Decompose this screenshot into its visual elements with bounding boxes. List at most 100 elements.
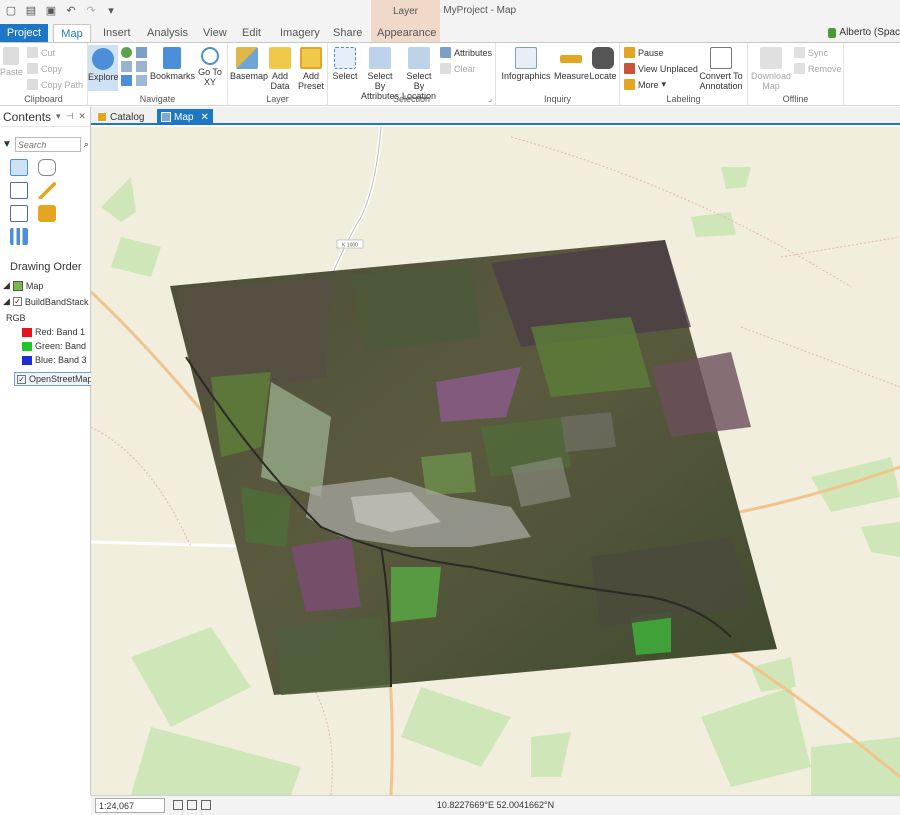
tab-catalog[interactable]: Catalog	[93, 109, 148, 125]
inquiry-group-label: Inquiry	[543, 94, 571, 104]
map-icon	[12, 280, 23, 291]
layer-visibility-checkbox[interactable]: ✓	[12, 297, 22, 306]
remove-button[interactable]: Remove	[794, 63, 842, 74]
map-node-label: Map	[25, 280, 44, 291]
basemap-button[interactable]: Basemap	[230, 47, 268, 81]
add-data-button[interactable]: Add Data	[266, 47, 294, 91]
inquiry-group: Infographics Measure Locate Inquiry	[496, 43, 620, 106]
add-preset-button[interactable]: Add Preset	[296, 47, 326, 91]
copy-path-label: Copy Path	[41, 79, 84, 90]
paste-button[interactable]: Paste	[0, 47, 23, 77]
pause-label: Pause	[638, 47, 664, 58]
tab-map-view[interactable]: Map ✕	[157, 109, 213, 125]
user-account[interactable]: Alberto (Spac	[828, 27, 900, 38]
basemap-visibility-checkbox[interactable]: ✓	[17, 374, 26, 384]
contents-search-input[interactable]	[14, 137, 81, 152]
tab-appearance[interactable]: Appearance	[371, 24, 440, 42]
coordinate-readout: 10.8227669°E 52.0041662°N	[436, 800, 555, 810]
full-extent-icon[interactable]	[121, 47, 132, 58]
sync-label: Sync	[808, 47, 829, 58]
tab-analysis[interactable]: Analysis	[141, 24, 194, 42]
remove-icon	[794, 63, 805, 74]
tab-edit[interactable]: Edit	[236, 24, 267, 42]
clear-label: Clear	[454, 63, 476, 74]
red-swatch[interactable]	[22, 327, 32, 337]
more-labeling-button[interactable]: More ▾	[624, 79, 666, 90]
convert-to-annotation-button[interactable]: Convert To Annotation	[698, 47, 744, 91]
tree-layer-node[interactable]: ◢ ✓ BuildBandStack	[3, 296, 88, 307]
band-label-blue: Blue: Band 3	[35, 355, 87, 365]
tab-imagery[interactable]: Imagery	[274, 24, 326, 42]
blue-swatch[interactable]	[22, 355, 32, 365]
catalog-tab-label: Catalog	[110, 111, 145, 123]
ribbon: Paste Cut Copy Copy Path Clipboard Explo…	[0, 42, 900, 106]
cut-button[interactable]: Cut	[27, 47, 55, 58]
labeling-group-label: Labeling	[666, 94, 701, 104]
band-legend-blue: Blue: Band 3	[22, 355, 87, 365]
locate-label: Locate	[589, 71, 617, 81]
infographics-button[interactable]: Infographics	[498, 47, 554, 81]
cut-icon	[27, 47, 38, 58]
title-bar: ▢ ▤ ▣ ↶ ↷ ▾ ArcGIS Pro - MyProject - Map	[0, 0, 900, 24]
tab-insert[interactable]: Insert	[97, 24, 137, 42]
download-map-label: Download Map	[750, 71, 792, 91]
catalog-icon	[97, 112, 107, 122]
filter-icon[interactable]: ▼	[2, 139, 12, 150]
list-by-drawing-order-icon[interactable]	[10, 159, 28, 176]
map-tab-label: Map	[174, 111, 194, 123]
list-by-charts-icon[interactable]	[10, 228, 28, 245]
chevron-down-icon: ▾	[661, 79, 667, 89]
map-view[interactable]: K 1000	[91, 127, 900, 795]
contents-title: Contents	[3, 109, 52, 124]
go-to-xy-button[interactable]: Go To XY	[194, 47, 226, 87]
offline-group-label: Offline	[782, 94, 809, 104]
select-by-location-button[interactable]: Select By Location	[400, 47, 438, 101]
tab-map[interactable]: Map	[53, 24, 91, 42]
list-by-editing-icon[interactable]	[38, 182, 56, 199]
close-icon[interactable]: ✕	[78, 111, 86, 122]
list-by-snapping-icon[interactable]	[10, 205, 28, 222]
green-swatch[interactable]	[22, 341, 32, 351]
close-tab-icon[interactable]: ✕	[200, 112, 208, 123]
view-tabs: Catalog Map ✕	[91, 107, 900, 125]
tab-share[interactable]: Share	[327, 24, 368, 42]
explore-button[interactable]: Explore	[88, 45, 119, 91]
raster-layer-buildbandstack[interactable]	[170, 240, 777, 695]
selection-options-launcher[interactable]: ⌟	[488, 94, 492, 103]
pause-labeling-button[interactable]: Pause	[624, 47, 664, 58]
next-extent-icon[interactable]	[136, 75, 147, 86]
list-by-data-source-icon[interactable]	[38, 159, 56, 176]
fixed-zoom-icon[interactable]	[121, 61, 132, 72]
pause-icon	[624, 47, 635, 58]
clear-selection-button[interactable]: Clear	[440, 63, 476, 74]
contents-search-row: ▼ ⌕	[2, 137, 89, 152]
tab-project[interactable]: Project	[0, 24, 48, 42]
ribbon-tabs: Project Map Insert Analysis View Edit Im…	[0, 24, 900, 42]
collapse-icon[interactable]: ◢	[3, 280, 10, 291]
sync-button[interactable]: Sync	[794, 47, 828, 58]
previous-extent-icon[interactable]	[121, 75, 132, 86]
download-map-button[interactable]: Download Map	[750, 47, 792, 91]
select-by-attributes-button[interactable]: Select By Attributes	[361, 47, 399, 101]
copy-button[interactable]: Copy	[27, 63, 62, 74]
tree-basemap-node[interactable]: ✓ OpenStreetMap	[14, 372, 96, 386]
tree-map-node[interactable]: ◢ Map	[3, 280, 43, 291]
pane-options-icon[interactable]: ▾	[56, 111, 61, 122]
copy-path-button[interactable]: Copy Path	[27, 79, 83, 90]
select-button[interactable]: Select	[330, 47, 360, 81]
list-by-selection-icon[interactable]	[10, 182, 28, 199]
attributes-button[interactable]: Attributes	[440, 47, 492, 58]
measure-button[interactable]: Measure	[554, 47, 589, 81]
view-unplaced-button[interactable]: View Unplaced	[624, 63, 698, 74]
bookmarks-button[interactable]: Bookmarks	[150, 47, 195, 81]
map-canvas[interactable]: K 1000	[91, 127, 900, 795]
zoom-to-layer-icon[interactable]	[136, 47, 147, 58]
map-view-icon	[161, 112, 171, 122]
locate-button[interactable]: Locate	[588, 47, 618, 81]
tab-view[interactable]: View	[197, 24, 233, 42]
list-by-labeling-icon[interactable]	[38, 205, 56, 222]
attributes-icon	[440, 47, 451, 58]
fixed-zoom-out-icon[interactable]	[136, 61, 147, 72]
collapse-icon[interactable]: ◢	[3, 296, 10, 307]
pin-icon[interactable]: ⊣	[66, 111, 74, 122]
